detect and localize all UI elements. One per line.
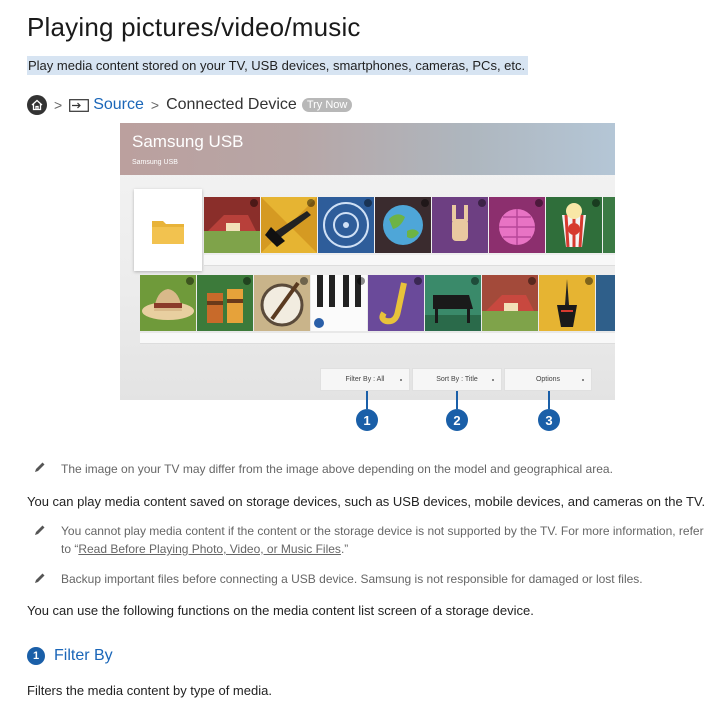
- intro-text: Play media content stored on your TV, US…: [27, 56, 529, 75]
- callout-line-1: [366, 391, 368, 409]
- row-2-caption-bar: [140, 333, 615, 344]
- image-note: The image on your TV may differ from the…: [61, 462, 613, 476]
- tv-header: Samsung USB Samsung USB: [120, 123, 615, 175]
- connected-device-label: Connected Device: [166, 96, 297, 113]
- media-tile-hat[interactable]: [140, 275, 196, 331]
- media-tile-banjo[interactable]: [254, 275, 310, 331]
- support-note-line1: You cannot play media content if the con…: [61, 524, 704, 538]
- row-1-caption-bar: [204, 255, 615, 266]
- page-title: Playing pictures/video/music: [27, 12, 361, 42]
- breadcrumb: > Source > Connected Device Try Now: [27, 94, 353, 116]
- media-tile-popcorn[interactable]: [546, 197, 602, 253]
- backup-note: Backup important files before connecting…: [61, 572, 643, 586]
- paragraph-1: You can play media content saved on stor…: [27, 494, 706, 509]
- pencil-icon: [35, 525, 45, 535]
- filter-by-label: Filter By : All: [345, 376, 385, 383]
- dropdown-dot-icon: [400, 379, 402, 381]
- callout-3: 3: [538, 409, 560, 431]
- media-tile-disco-ball[interactable]: [489, 197, 545, 253]
- media-tile-grand-piano[interactable]: [425, 275, 481, 331]
- callout-2: 2: [446, 409, 468, 431]
- read-before-playing-link[interactable]: Read Before Playing Photo, Video, or Mus…: [78, 542, 341, 556]
- options-button[interactable]: Options: [504, 368, 592, 391]
- support-note-suffix: .”: [340, 542, 349, 556]
- callout-line-2: [456, 391, 458, 409]
- section-description: Filters the media content by type of med…: [27, 683, 272, 698]
- chevron-right-icon: >: [150, 97, 160, 113]
- home-icon[interactable]: [27, 95, 47, 115]
- paragraph-2: You can use the following functions on t…: [27, 603, 534, 618]
- tv-screenshot: Samsung USB Samsung USB Filter By: All …: [120, 123, 615, 400]
- callout-1: 1: [356, 409, 378, 431]
- dropdown-dot-icon: [582, 379, 584, 381]
- media-tile-guitar[interactable]: [261, 197, 317, 253]
- media-tile-record[interactable]: [318, 197, 374, 253]
- sort-by-button[interactable]: Sort By : Title: [412, 368, 502, 391]
- support-note: You cannot play media content if the con…: [61, 522, 711, 558]
- media-tile-guitar-2[interactable]: [539, 275, 595, 331]
- pencil-icon: [35, 573, 45, 583]
- callout-line-3: [548, 391, 550, 409]
- dropdown-dot-icon: [492, 379, 494, 381]
- pencil-icon: [35, 462, 45, 472]
- tv-title: Samsung USB: [132, 132, 244, 151]
- tv-button-bar: Filter By : All Sort By : Title Options: [320, 368, 592, 391]
- source-link[interactable]: Source: [93, 96, 144, 114]
- sort-by-label: Sort By : Title: [436, 376, 478, 383]
- media-tile-barn[interactable]: [204, 197, 260, 253]
- section-number-badge: 1: [27, 647, 45, 665]
- filter-by-button[interactable]: Filter By : All: [320, 368, 410, 391]
- source-icon: [69, 98, 90, 112]
- media-tile-barn-2[interactable]: [482, 275, 538, 331]
- media-tile-saxophone[interactable]: [368, 275, 424, 331]
- media-tile-rock-hand[interactable]: [432, 197, 488, 253]
- media-tile-piano-keys[interactable]: [311, 275, 367, 331]
- chevron-right-icon: >: [54, 97, 63, 113]
- folder-icon: [152, 221, 184, 244]
- media-tile-drums[interactable]: [197, 275, 253, 331]
- try-now-button[interactable]: Try Now: [301, 98, 353, 112]
- support-note-prefix: to “: [61, 542, 79, 556]
- media-tile-partial[interactable]: [603, 197, 615, 253]
- media-tile-globe[interactable]: [375, 197, 431, 253]
- options-label: Options: [535, 376, 561, 383]
- section-title: Filter By: [54, 647, 113, 664]
- folder-tile[interactable]: [134, 189, 202, 271]
- section-heading: 1 Filter By: [27, 647, 113, 665]
- tv-subtitle: Samsung USB: [132, 159, 178, 166]
- media-tile-partial-2[interactable]: [596, 275, 615, 331]
